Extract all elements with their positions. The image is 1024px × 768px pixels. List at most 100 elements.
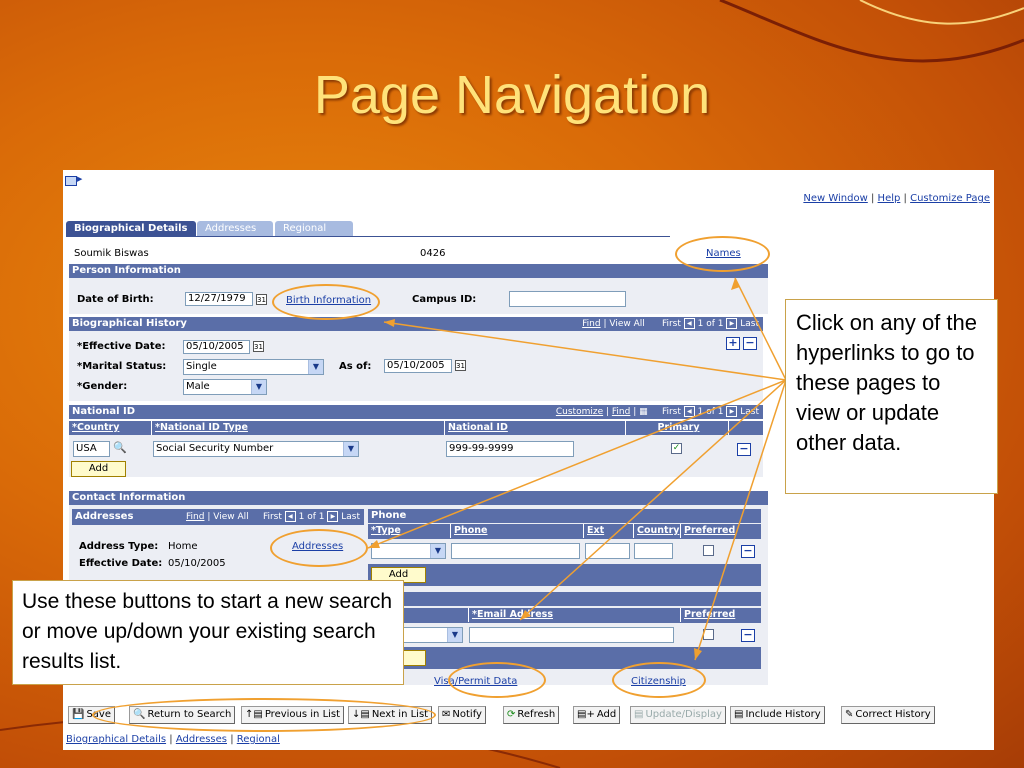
phone-field[interactable] bbox=[451, 543, 580, 559]
download-grid-icon[interactable]: ▦ bbox=[639, 407, 648, 417]
update-display-button[interactable]: ▤ Update/Display bbox=[630, 706, 726, 724]
col-primary[interactable]: Primary bbox=[625, 421, 728, 435]
calendar-icon[interactable]: 31 bbox=[256, 294, 267, 305]
find-link[interactable]: Find bbox=[612, 407, 630, 417]
footer-links: Biographical Details | Addresses | Regio… bbox=[66, 734, 280, 745]
next-in-list-button[interactable]: ↓▤ Next in List bbox=[348, 706, 433, 724]
national-id-type-select[interactable]: Social Security Number ▼ bbox=[153, 441, 359, 457]
dob-field[interactable]: 12/27/1979 bbox=[185, 292, 253, 306]
next-arrow-icon[interactable]: ▶ bbox=[726, 318, 738, 329]
gender-label: *Gender: bbox=[77, 381, 128, 392]
correct-history-button[interactable]: ✎ Correct History bbox=[841, 706, 935, 724]
visa-permit-link[interactable]: Visa/Permit Data bbox=[434, 676, 517, 687]
primary-checkbox[interactable]: ✓ bbox=[671, 443, 682, 454]
addresses-link[interactable]: Addresses bbox=[292, 541, 343, 552]
footer-addresses-link[interactable]: Addresses bbox=[176, 734, 227, 745]
calendar-icon[interactable]: 31 bbox=[253, 341, 264, 352]
next-list-icon: ↓▤ bbox=[352, 709, 370, 720]
effective-date-field[interactable]: 05/10/2005 bbox=[183, 340, 250, 354]
col-ext[interactable]: Ext bbox=[583, 524, 633, 538]
add-button[interactable]: ▤+ Add bbox=[573, 706, 621, 724]
last-link[interactable]: Last bbox=[740, 407, 759, 417]
refresh-button[interactable]: ⟳ Refresh bbox=[503, 706, 560, 724]
country-field[interactable]: USA bbox=[73, 441, 110, 457]
delete-email-row-button[interactable]: − bbox=[741, 629, 755, 642]
biographical-history-header: Biographical History Find | View All Fir… bbox=[69, 317, 763, 331]
return-to-search-button[interactable]: 🔍 Return to Search bbox=[129, 706, 236, 724]
customize-page-link[interactable]: Customize Page bbox=[910, 193, 990, 204]
callout-navigation-buttons: Use these buttons to start a new search … bbox=[12, 580, 404, 685]
row-count: 1 of 1 bbox=[298, 512, 325, 522]
footer-biographical-details-link[interactable]: Biographical Details bbox=[66, 734, 166, 745]
menu-icon[interactable] bbox=[65, 176, 77, 186]
marital-status-select[interactable]: Single ▼ bbox=[183, 359, 324, 375]
phone-type-select[interactable]: ▼ bbox=[371, 543, 446, 559]
birth-information-link[interactable]: Birth Information bbox=[286, 295, 371, 306]
national-id-add-button[interactable]: Add bbox=[71, 461, 126, 477]
previous-arrow-icon[interactable]: ◀ bbox=[284, 511, 296, 522]
names-link[interactable]: Names bbox=[706, 248, 741, 259]
notify-button[interactable]: ✉ Notify bbox=[438, 706, 486, 724]
view-all-link[interactable]: View All bbox=[609, 319, 644, 329]
tab-addresses[interactable]: Addresses bbox=[197, 221, 273, 236]
include-history-icon: ▤ bbox=[734, 709, 744, 720]
address-type-value: Home bbox=[168, 541, 198, 552]
col-country[interactable]: Country bbox=[633, 524, 680, 538]
new-window-link[interactable]: New Window bbox=[803, 193, 867, 204]
col-national-id-type[interactable]: *National ID Type bbox=[151, 421, 444, 435]
view-all-link[interactable]: View All bbox=[213, 512, 248, 522]
gender-select[interactable]: Male ▼ bbox=[183, 379, 267, 395]
last-link[interactable]: Last bbox=[740, 319, 759, 329]
phone-country-field[interactable] bbox=[634, 543, 673, 559]
tab-biographical-details[interactable]: Biographical Details bbox=[66, 221, 196, 236]
national-id-field[interactable]: 999-99-9999 bbox=[446, 441, 574, 457]
lookup-icon[interactable]: 🔍 bbox=[113, 441, 127, 454]
col-country[interactable]: *Country bbox=[69, 421, 151, 435]
citizenship-link[interactable]: Citizenship bbox=[631, 676, 686, 687]
previous-in-list-button[interactable]: ↑▤ Previous in List bbox=[241, 706, 345, 724]
previous-arrow-icon[interactable]: ◀ bbox=[683, 406, 695, 417]
include-history-button[interactable]: ▤ Include History bbox=[730, 706, 825, 724]
col-email-address[interactable]: *Email Address bbox=[468, 608, 680, 622]
address-effective-date-label: Effective Date: bbox=[79, 558, 163, 569]
delete-phone-row-button[interactable]: − bbox=[741, 545, 755, 558]
next-arrow-icon[interactable]: ▶ bbox=[726, 406, 738, 417]
previous-arrow-icon[interactable]: ◀ bbox=[683, 318, 695, 329]
first-link[interactable]: First bbox=[662, 319, 681, 329]
ext-field[interactable] bbox=[585, 543, 630, 559]
chevron-down-icon: ▼ bbox=[343, 442, 358, 456]
phone-preferred-checkbox[interactable] bbox=[703, 545, 714, 556]
tab-regional[interactable]: Regional bbox=[275, 221, 353, 236]
col-phone[interactable]: Phone bbox=[450, 524, 583, 538]
col-preferred[interactable]: Preferred bbox=[680, 524, 738, 538]
as-of-field[interactable]: 05/10/2005 bbox=[384, 359, 452, 373]
save-button[interactable]: 💾 Save bbox=[68, 706, 115, 724]
email-address-field[interactable] bbox=[469, 627, 674, 643]
callout-hyperlinks: Click on any of the hyperlinks to go to … bbox=[785, 299, 998, 494]
email-preferred-checkbox[interactable] bbox=[703, 629, 714, 640]
col-phone-type[interactable]: *Type bbox=[368, 524, 450, 538]
first-link[interactable]: First bbox=[662, 407, 681, 417]
customize-link[interactable]: Customize bbox=[556, 407, 603, 417]
help-link[interactable]: Help bbox=[878, 193, 901, 204]
next-arrow-icon[interactable]: ▶ bbox=[327, 511, 339, 522]
delete-row-button[interactable]: − bbox=[743, 337, 757, 350]
last-link[interactable]: Last bbox=[341, 512, 360, 522]
add-row-button[interactable]: + bbox=[726, 337, 740, 350]
row-count: 1 of 1 bbox=[697, 407, 724, 417]
national-id-header: National ID Customize | Find | ▦ First ◀… bbox=[69, 405, 763, 419]
expand-arrow-icon[interactable]: ▶ bbox=[77, 175, 82, 183]
footer-regional-link[interactable]: Regional bbox=[237, 734, 280, 745]
search-icon: 🔍 bbox=[133, 709, 146, 720]
calendar-icon[interactable]: 31 bbox=[455, 360, 466, 371]
campus-id-field[interactable] bbox=[509, 291, 626, 307]
first-link[interactable]: First bbox=[263, 512, 282, 522]
header-links: New Window | Help | Customize Page bbox=[803, 193, 990, 204]
find-link[interactable]: Find bbox=[582, 319, 600, 329]
delete-row-button[interactable]: − bbox=[737, 443, 751, 456]
address-type-label: Address Type: bbox=[79, 541, 159, 552]
find-link[interactable]: Find bbox=[186, 512, 204, 522]
col-email-preferred[interactable]: Preferred bbox=[680, 608, 738, 622]
email-add-bar bbox=[368, 647, 761, 669]
col-national-id[interactable]: National ID bbox=[444, 421, 625, 435]
